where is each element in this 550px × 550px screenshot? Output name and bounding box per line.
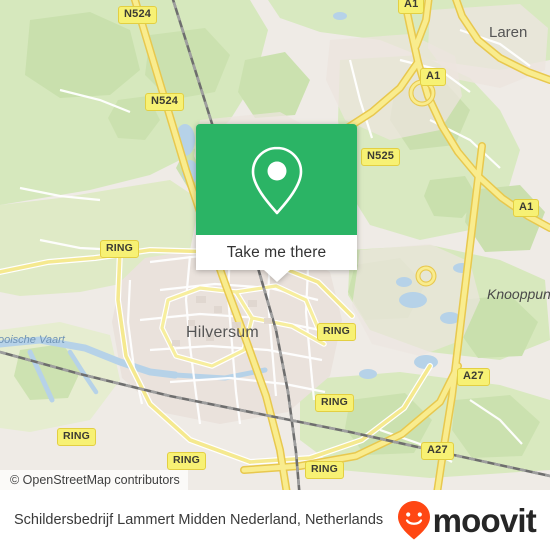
place-label-city: Hilversum xyxy=(186,324,259,341)
osm-attribution-text: © OpenStreetMap contributors xyxy=(10,473,180,487)
poi-card-footer[interactable]: Take me there xyxy=(196,235,357,282)
road-shield: RING xyxy=(167,452,207,470)
road-shield: N524 xyxy=(118,6,158,24)
place-label-town: Laren xyxy=(489,24,528,41)
road-shield: RING xyxy=(57,428,97,446)
road-shield: A1 xyxy=(420,68,447,86)
road-shield: N524 xyxy=(145,93,185,111)
road-shield: A1 xyxy=(513,199,540,217)
poi-card-image-area xyxy=(196,124,357,235)
map-canvas[interactable]: N524 N524 A1 A1 A1 N525 RING RING RING RING RING RI… xyxy=(0,0,550,490)
moovit-wordmark: moovit xyxy=(432,501,537,539)
road-shield: RING xyxy=(315,394,355,412)
road-shield: RING xyxy=(305,461,345,479)
road-shield: N525 xyxy=(361,148,401,166)
take-me-there-label: Take me there xyxy=(226,243,327,261)
road-shield: RING xyxy=(317,323,357,341)
road-shield: A1 xyxy=(398,0,425,14)
map-screenshot: N524 N524 A1 A1 A1 N525 RING RING RING RING RING RI… xyxy=(0,0,550,550)
poi-callout-card[interactable]: Take me there xyxy=(196,124,357,282)
map-pin-icon xyxy=(251,146,302,214)
water-label: ooische Vaart xyxy=(0,334,65,346)
road-shield: A27 xyxy=(421,442,454,460)
location-caption: Schildersbedrijf Lammert Midden Nederlan… xyxy=(14,511,384,528)
callout-pointer xyxy=(263,270,290,282)
footer-bar: Schildersbedrijf Lammert Midden Nederlan… xyxy=(0,490,550,550)
osm-attribution[interactable]: © OpenStreetMap contributors xyxy=(0,470,188,490)
road-shield: A27 xyxy=(457,368,490,386)
place-label-junction: Knooppunt xyxy=(487,286,550,302)
road-shield: RING xyxy=(100,240,140,258)
moovit-pin-smiley-icon xyxy=(397,501,430,540)
moovit-brand[interactable]: moovit xyxy=(397,500,537,540)
